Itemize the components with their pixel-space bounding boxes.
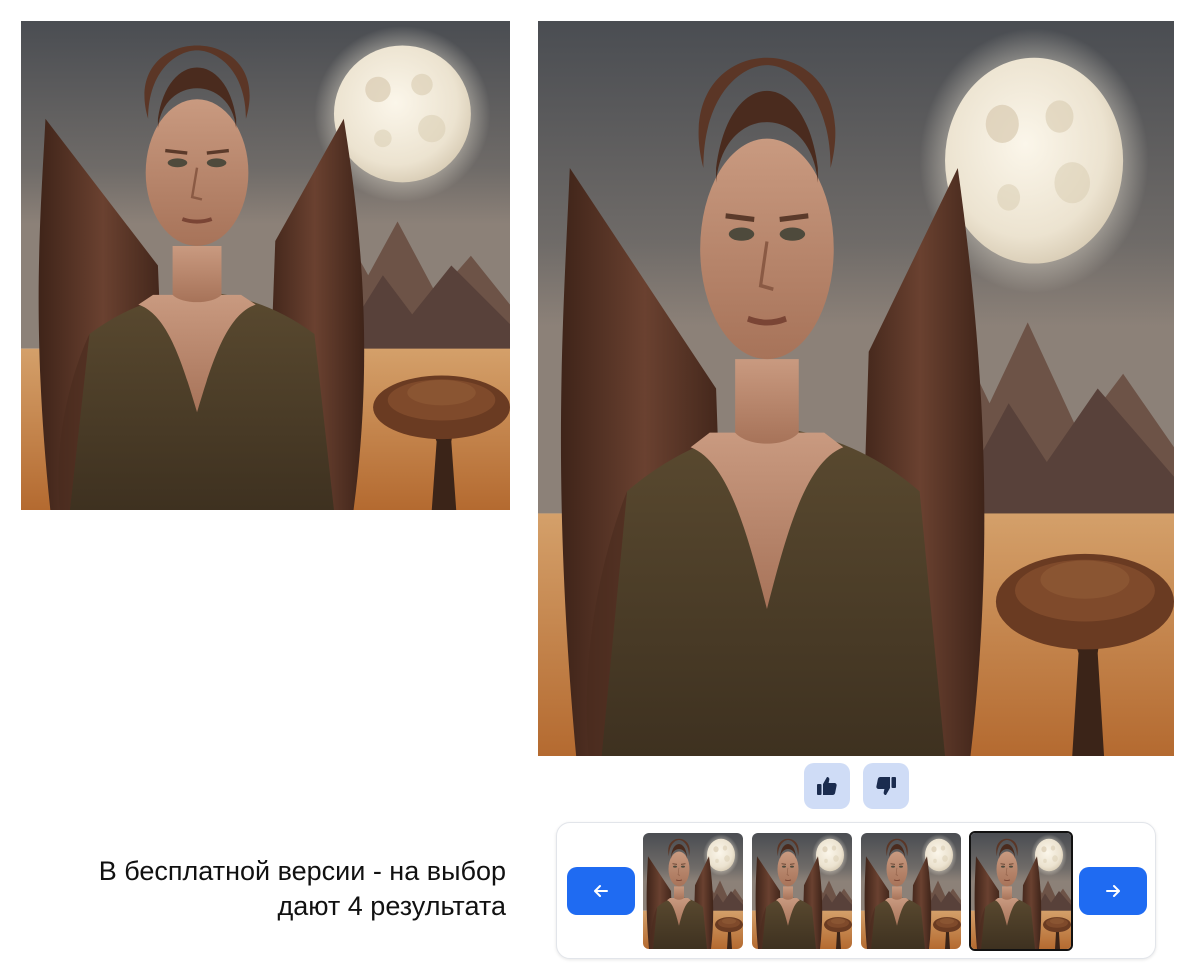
thumbnail-2[interactable] bbox=[752, 833, 852, 949]
thumbnail-image bbox=[861, 833, 961, 949]
thumbs-up-icon bbox=[817, 777, 837, 795]
thumbnail-3[interactable] bbox=[861, 833, 961, 949]
thumbs-down-icon bbox=[876, 777, 896, 795]
caption-line-1: В бесплатной версии - на выбор bbox=[98, 856, 506, 886]
thumbnail-image bbox=[643, 833, 743, 949]
next-button[interactable] bbox=[1079, 867, 1147, 915]
like-button[interactable] bbox=[804, 763, 850, 809]
caption-line-2: дают 4 результата bbox=[277, 891, 506, 921]
previous-button[interactable] bbox=[567, 867, 635, 915]
thumbnail-4-selected[interactable] bbox=[969, 831, 1073, 951]
arrow-left-icon bbox=[594, 885, 608, 897]
caption-text: В бесплатной версии - на выбор дают 4 ре… bbox=[99, 854, 506, 924]
results-carousel bbox=[556, 822, 1156, 959]
generated-image-main bbox=[538, 21, 1174, 756]
thumbnail-image bbox=[971, 833, 1071, 949]
generated-image-preview bbox=[21, 21, 510, 510]
arrow-right-icon bbox=[1106, 885, 1120, 897]
thumbnail-1[interactable] bbox=[643, 833, 743, 949]
dislike-button[interactable] bbox=[863, 763, 909, 809]
thumbnail-image bbox=[752, 833, 852, 949]
